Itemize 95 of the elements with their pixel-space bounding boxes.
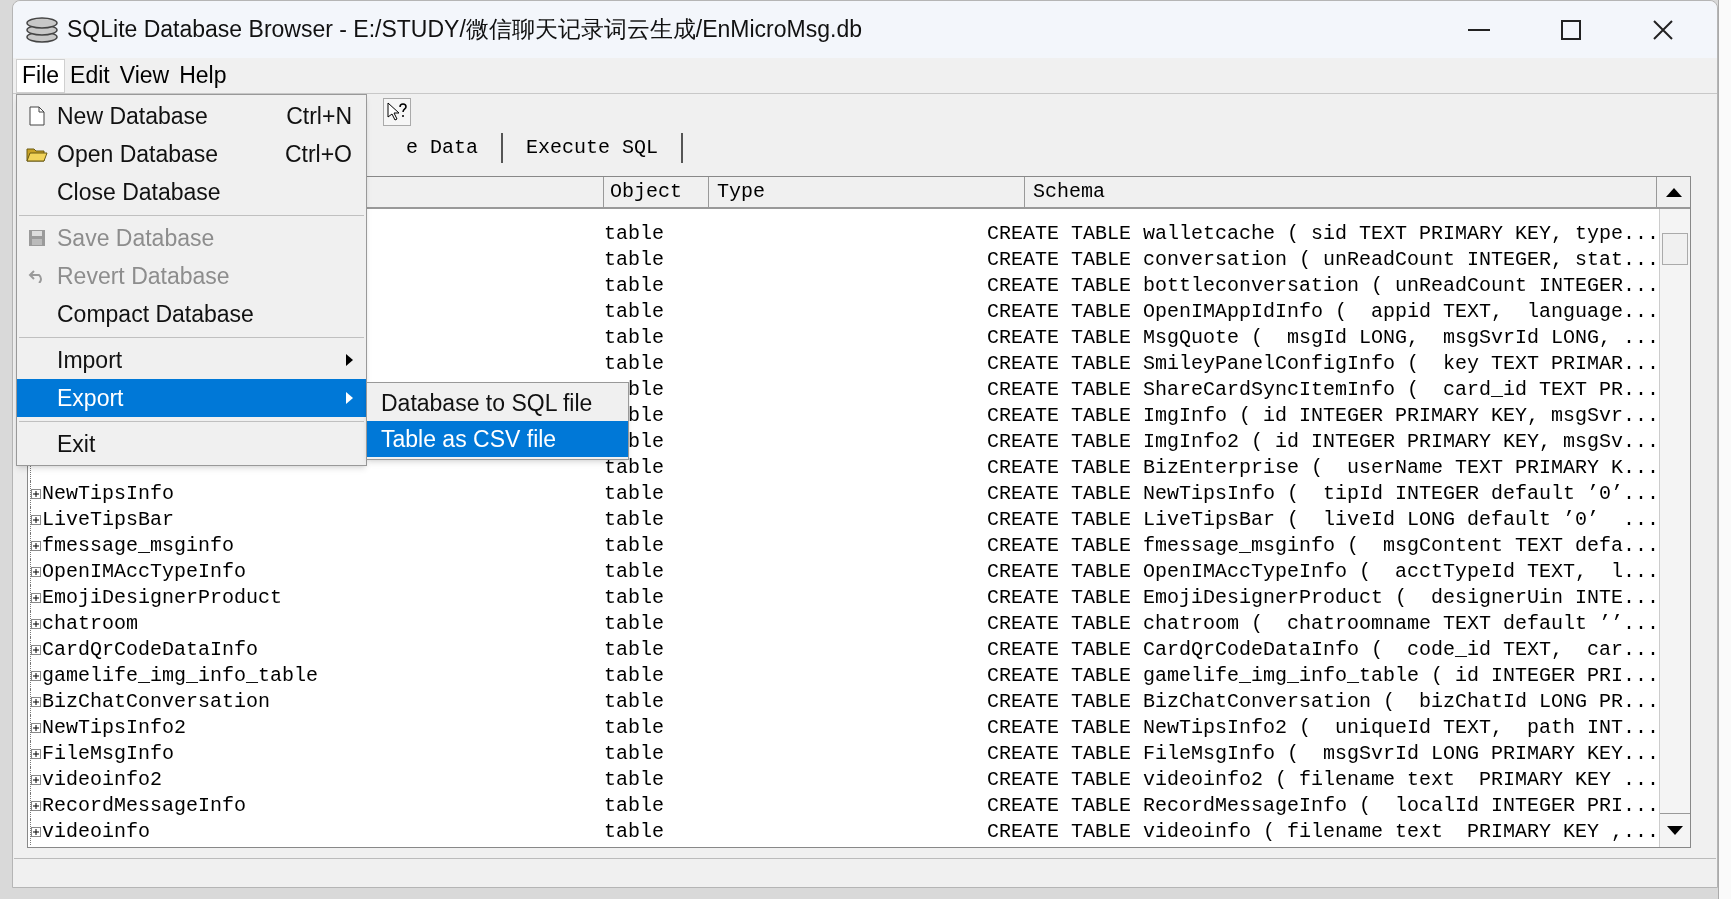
object-cell-text: table	[604, 767, 664, 793]
schema-cell-text: CREATE TABLE CardQrCodeDataInfo ( code_id TEXT, car...	[987, 637, 1660, 663]
expand-icon[interactable]	[30, 722, 42, 734]
object-cell-text: table	[604, 299, 664, 325]
schema-cell-text: CREATE TABLE conversation ( unReadCount INTEGER, stat...	[987, 247, 1660, 273]
schema-cell-text: CREATE TABLE walletcache ( sid TEXT PRIMARY KEY, type...	[987, 221, 1660, 247]
menu-item[interactable]: Exit	[17, 425, 366, 463]
object-cell-text: table	[604, 247, 664, 273]
scrollbar[interactable]	[1659, 209, 1690, 847]
expand-icon[interactable]	[30, 670, 42, 682]
expand-icon[interactable]	[30, 514, 42, 526]
object-cell-text: table	[604, 507, 664, 533]
schema-cell-text: CREATE TABLE fmessage_msginfo ( msgContent TEXT defa...	[987, 533, 1660, 559]
up-arrow-icon	[1665, 187, 1682, 197]
expand-icon[interactable]	[30, 540, 42, 552]
scrollbar-thumb[interactable]	[1662, 233, 1688, 265]
help-pointer-icon	[386, 101, 408, 122]
menu-item[interactable]: Compact Database	[17, 295, 366, 333]
object-cell-text: table	[604, 663, 664, 689]
column-header[interactable]: Schema	[1025, 177, 1656, 207]
menu-bar-item[interactable]: Edit	[65, 58, 115, 93]
expand-icon[interactable]	[30, 618, 42, 630]
menu-bar-item[interactable]: Help	[174, 58, 232, 93]
submenu-arrow-icon	[346, 354, 354, 366]
menu-bar-item[interactable]: View	[114, 58, 175, 93]
expand-icon[interactable]	[30, 592, 42, 604]
schema-cell-text: CREATE TABLE chatroom ( chatroomname TEXT default ’’...	[987, 611, 1660, 637]
schema-cell-text: CREATE TABLE ImgInfo ( id INTEGER PRIMARY KEY, msgSvr...	[987, 403, 1660, 429]
expand-icon[interactable]	[30, 566, 42, 578]
menu-item[interactable]: Database to SQL file	[367, 385, 628, 421]
menu-item[interactable]: Import	[17, 341, 366, 379]
schema-cell-text: CREATE TABLE ShareCardSyncItemInfo ( card_id TEXT PR...	[987, 377, 1660, 403]
object-cell-text: table	[604, 611, 664, 637]
down-arrow-icon	[1667, 825, 1684, 836]
object-cell-text: table	[604, 689, 664, 715]
menu-item[interactable]: Table as CSV file	[367, 421, 628, 457]
object-cell-text: table	[604, 793, 664, 819]
schema-cell-text: CREATE TABLE RecordMessageInfo ( localId INTEGER PRI...	[987, 793, 1660, 819]
object-cell-text: ble	[628, 377, 664, 403]
tab[interactable]: Execute SQL	[503, 133, 684, 163]
menu-item[interactable]: New Database Ctrl+N	[17, 97, 366, 135]
object-cell-text: table	[604, 273, 664, 299]
expand-icon[interactable]	[30, 774, 42, 786]
folder-icon	[26, 145, 48, 163]
object-cell-text: ble	[628, 403, 664, 429]
scroll-up-button[interactable]	[1656, 177, 1690, 207]
schema-cell-text: CREATE TABLE OpenIMAccTypeInfo ( acctTypeId TEXT, l...	[987, 559, 1660, 585]
schema-cell-text: CREATE TABLE bottleconversation ( unReadCount INTEGER...	[987, 273, 1660, 299]
schema-cell-text: CREATE TABLE EmojiDesignerProduct ( designerUin INTE...	[987, 585, 1660, 611]
schema-cell-text: CREATE TABLE OpenIMAppIdInfo ( appid TEXT, language...	[987, 299, 1660, 325]
column-header[interactable]: Object	[604, 177, 709, 207]
database-icon	[25, 16, 59, 43]
window-title: SQLite Database Browser - E:/STUDY/微信聊天记录词云生成/EnMicroMsg.db	[67, 15, 863, 45]
menu-item[interactable]: Close Database	[17, 173, 366, 211]
object-cell-text: table	[604, 715, 664, 741]
object-cell-text: table	[604, 741, 664, 767]
object-cell-text: ble	[628, 429, 664, 455]
object-cell-text: table	[604, 533, 664, 559]
expand-icon[interactable]	[30, 748, 42, 760]
expand-icon[interactable]	[30, 644, 42, 656]
schema-cell-text: CREATE TABLE gamelife_img_info_table ( id INTEGER PRI...	[987, 663, 1660, 689]
schema-cell-text: CREATE TABLE MsgQuote ( msgId LONG, msgSvrId LONG, ...	[987, 325, 1660, 351]
object-cell-text: table	[604, 455, 664, 481]
maximize-icon	[1561, 19, 1581, 40]
schema-cell-text: CREATE TABLE ImgInfo2 ( id INTEGER PRIMARY KEY, msgSv...	[987, 429, 1660, 455]
object-cell-text: table	[604, 221, 664, 247]
menu-item[interactable]: Export	[17, 379, 366, 417]
schema-cell-text: CREATE TABLE FileMsgInfo ( msgSvrId LONG PRIMARY KEY...	[987, 741, 1660, 767]
schema-cell-text: CREATE TABLE BizChatConversation ( bizChatId LONG PR...	[987, 689, 1660, 715]
expand-icon[interactable]	[30, 800, 42, 812]
expand-icon[interactable]	[30, 488, 42, 500]
schema-cell-text: CREATE TABLE NewTipsInfo ( tipId INTEGER default ’0’...	[987, 481, 1660, 507]
schema-cell-text: CREATE TABLE videoinfo2 ( filename text PRIMARY KEY ...	[987, 767, 1660, 793]
expand-icon[interactable]	[30, 696, 42, 708]
close-icon	[1653, 19, 1673, 40]
submenu-arrow-icon	[346, 392, 354, 404]
page-icon	[29, 106, 45, 126]
whats-this-button[interactable]	[383, 97, 411, 126]
object-cell-text: table	[604, 325, 664, 351]
menu-bar-item[interactable]: File	[16, 58, 66, 93]
object-cell-text: table	[604, 481, 664, 507]
object-cell-text: table	[604, 637, 664, 663]
column-header[interactable]: Type	[709, 177, 1025, 207]
menu-item[interactable]: Open Database Ctrl+O	[17, 135, 366, 173]
object-cell-text: table	[604, 559, 664, 585]
object-cell-text: table	[604, 585, 664, 611]
schema-cell-text: CREATE TABLE SmileyPanelConfigInfo ( key TEXT PRIMAR...	[987, 351, 1660, 377]
schema-cell-text: CREATE TABLE LiveTipsBar ( liveId LONG default ’0’ ...	[987, 507, 1660, 533]
expand-icon[interactable]	[30, 826, 42, 838]
object-cell-text: table	[604, 819, 664, 845]
tab[interactable]: e Data	[383, 133, 503, 163]
schema-cell-text: CREATE TABLE BizEnterprise ( userName TEXT PRIMARY K...	[987, 455, 1660, 481]
schema-cell-text: CREATE TABLE videoinfo ( filename text PRIMARY KEY ,...	[987, 819, 1660, 845]
object-cell-text: table	[604, 351, 664, 377]
schema-cell-text: CREATE TABLE NewTipsInfo2 ( uniqueId TEXT, path INT...	[987, 715, 1660, 741]
